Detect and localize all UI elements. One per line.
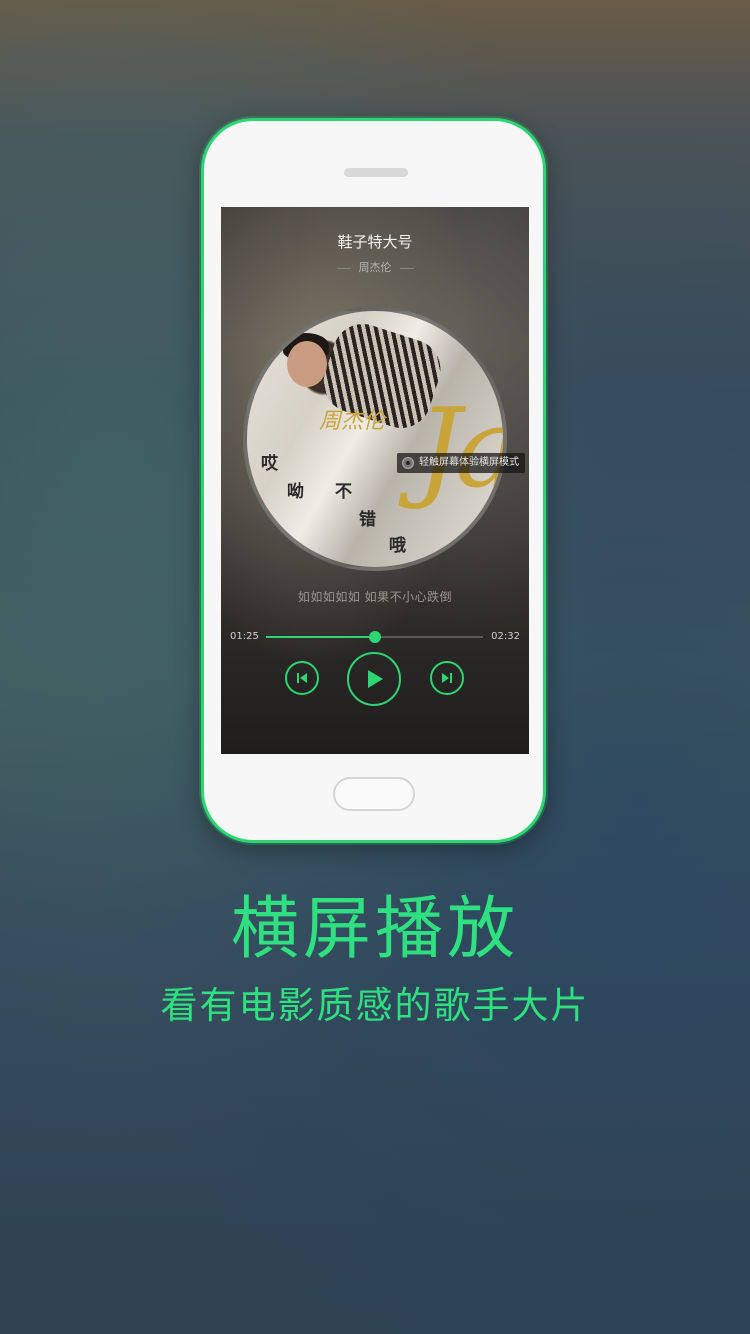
artist-name: 周杰伦 [358,261,392,274]
landscape-mode-tip[interactable]: 轻触屏幕体验横屏模式 [397,453,525,473]
album-cover-disc[interactable]: Jay 周杰伦 哎 呦 不 错 哦 [243,307,507,571]
play-icon [368,670,383,688]
album-title-char-5: 哦 [389,536,406,556]
skip-next-icon [442,673,452,683]
current-time: 01:25 [230,631,259,642]
promo-subline: 看有电影质感的歌手大片 [160,984,590,1027]
artist-divider-left [336,267,351,269]
progress-bar[interactable] [266,631,483,643]
artist-divider-right [399,267,414,269]
promo-headline: 横屏播放 [230,890,519,969]
rotate-icon [402,457,414,469]
album-title-char-4: 错 [359,510,376,530]
lyric-line: 如如如如如 如果不小心跌倒 [297,590,453,604]
previous-button[interactable] [285,661,319,695]
next-button[interactable] [430,661,464,695]
skip-previous-icon [297,673,307,683]
album-title-char-1: 哎 [261,454,278,474]
album-title-char-2: 呦 [287,482,304,502]
phone-speaker [344,168,408,177]
landscape-mode-tip-label: 轻触屏幕体验横屏模式 [419,457,519,468]
album-figure-face [287,341,327,387]
player-screen[interactable]: 鞋子特大号 周杰伦 Jay 周杰伦 哎 呦 不 错 哦 轻触屏幕体验横屏模式 如… [221,207,529,754]
play-button[interactable] [347,652,401,706]
song-title: 鞋子特大号 [337,233,413,251]
album-jay-lettering: Jay [417,384,503,512]
album-name-lettering: 周杰伦 [319,409,386,434]
total-time: 02:32 [491,631,520,642]
artist-row: 周杰伦 [221,259,529,275]
phone-mockup: 鞋子特大号 周杰伦 Jay 周杰伦 哎 呦 不 错 哦 轻触屏幕体验横屏模式 如… [201,118,546,843]
album-title-char-3: 不 [335,482,352,502]
progress-knob[interactable] [368,631,381,643]
progress-fill [266,636,375,638]
phone-home-button [333,777,415,811]
